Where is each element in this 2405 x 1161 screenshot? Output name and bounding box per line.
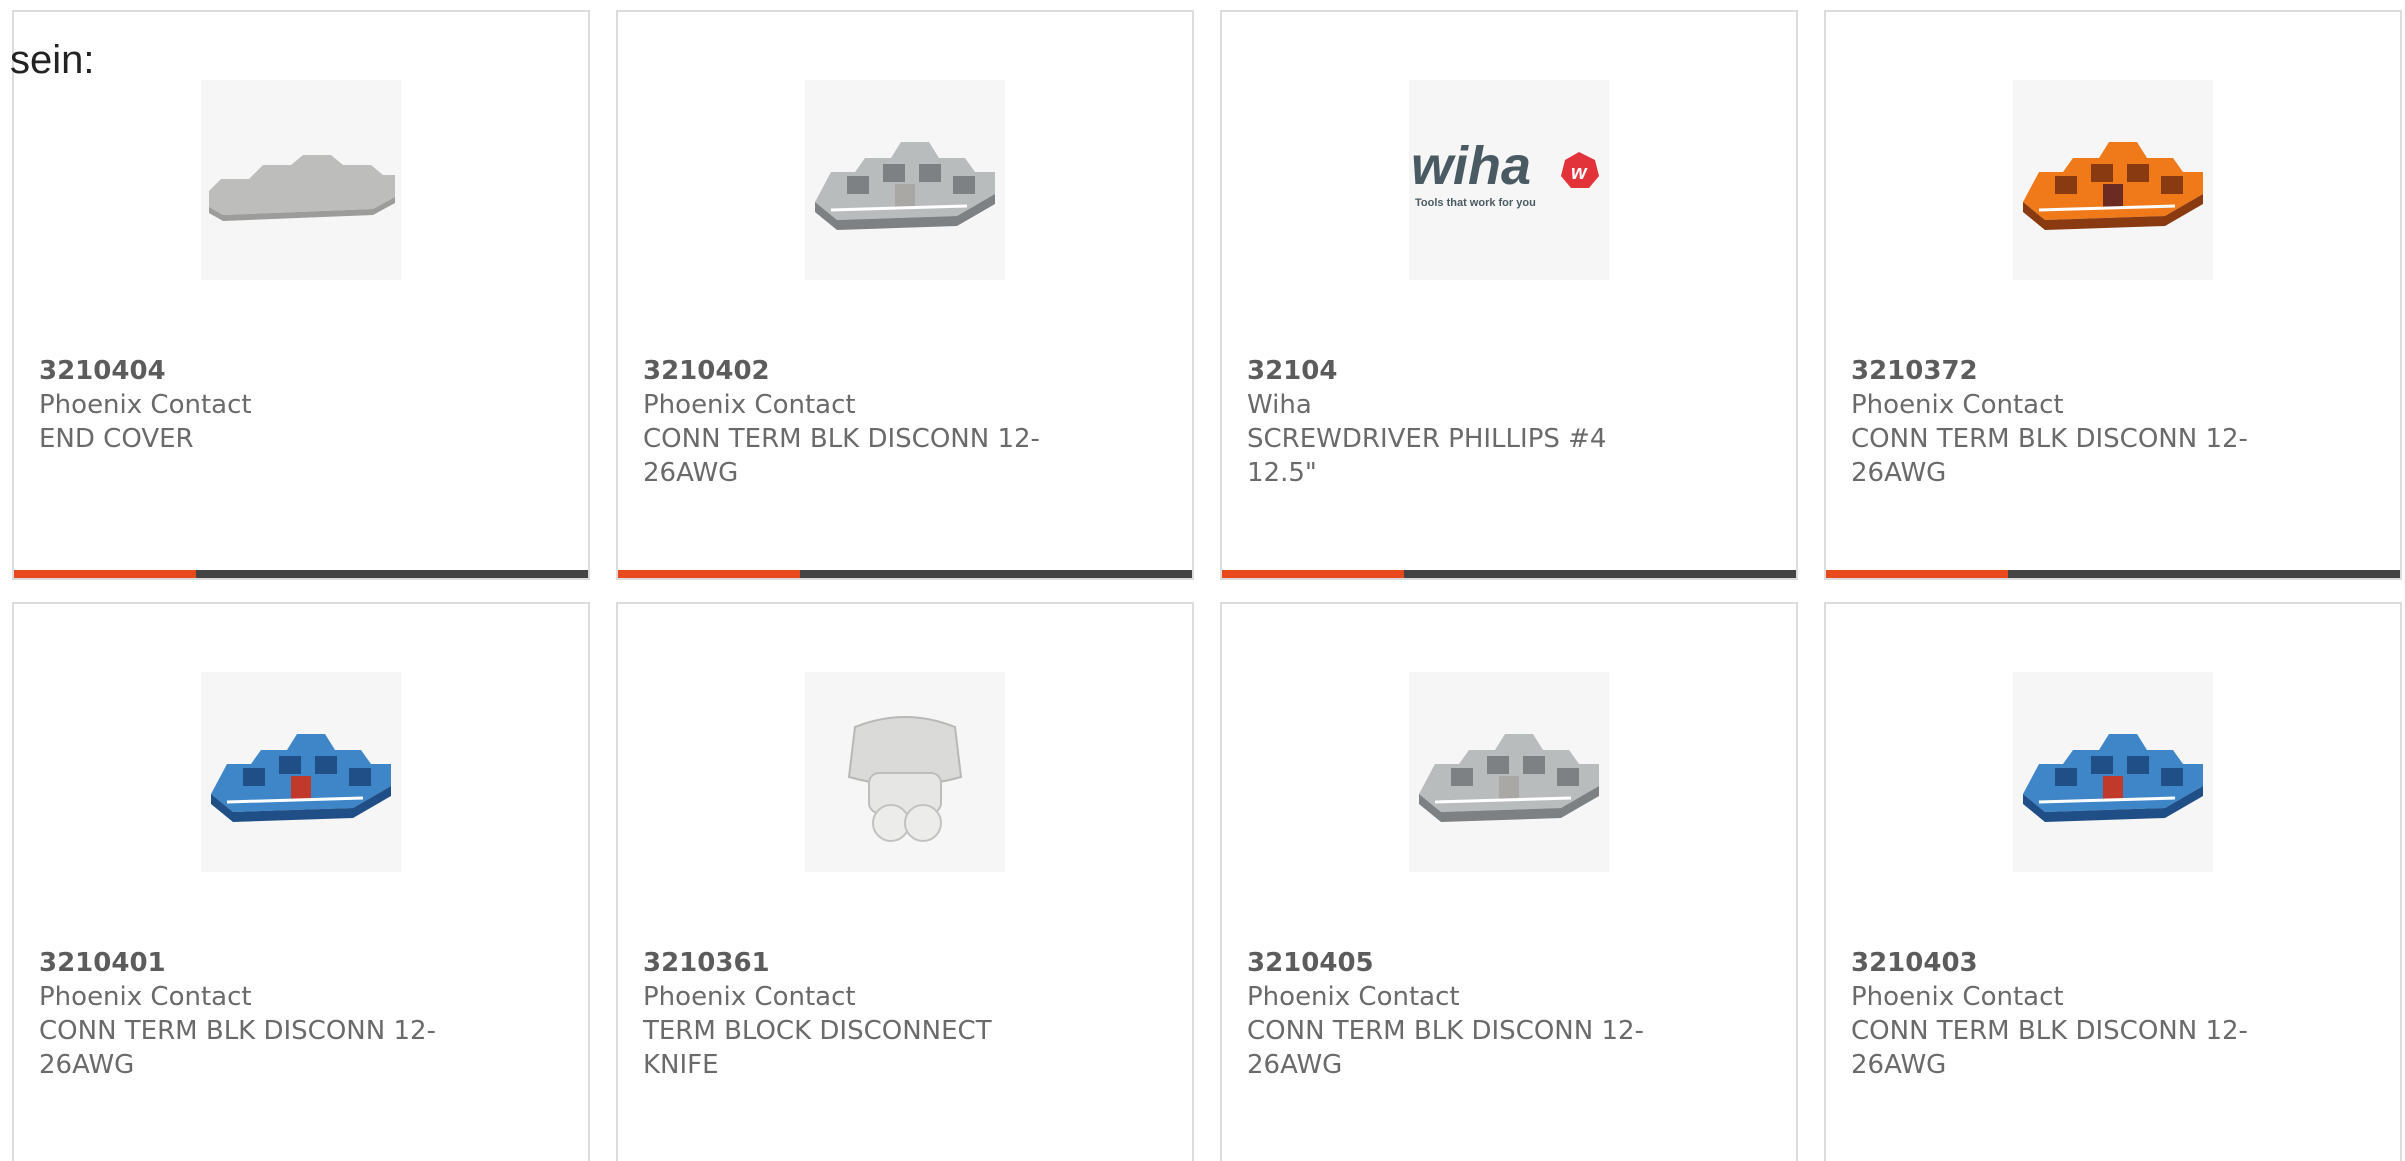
part-number[interactable]: 3210372 <box>1851 354 2251 388</box>
blue-terminal-block-icon <box>211 734 391 822</box>
manufacturer-name: Phoenix Contact <box>643 982 856 1012</box>
part-number[interactable]: 3210361 <box>643 946 1043 980</box>
blue-terminal-block-icon <box>2023 734 2203 822</box>
product-grid: 3210404 Phoenix Contact END COVER 321040… <box>12 10 2402 1161</box>
card-accent-bar <box>1826 570 2008 578</box>
card-bottom-bar <box>14 570 588 578</box>
orange-terminal-block-icon <box>2023 142 2203 230</box>
product-info: 3210402 Phoenix Contact CONN TERM BLK DI… <box>643 354 1043 490</box>
part-number[interactable]: 32104 <box>1247 354 1647 388</box>
product-image[interactable] <box>805 672 1005 872</box>
product-info: 3210403 Phoenix Contact CONN TERM BLK DI… <box>1851 946 2251 1082</box>
wiha-logo-icon: wiha w Tools that work for you <box>1411 140 1599 209</box>
product-card[interactable]: 3210402 Phoenix Contact CONN TERM BLK DI… <box>616 10 1194 580</box>
card-accent-bar <box>618 570 800 578</box>
intro-text: sein: <box>10 38 95 82</box>
product-card[interactable]: 3210372 Phoenix Contact CONN TERM BLK DI… <box>1824 10 2402 580</box>
part-number[interactable]: 3210405 <box>1247 946 1647 980</box>
manufacturer-name: Phoenix Contact <box>1247 982 1460 1012</box>
product-description: CONN TERM BLK DISCONN 12-26AWG <box>1851 1016 2248 1080</box>
product-description: CONN TERM BLK DISCONN 12-26AWG <box>643 424 1040 488</box>
gray-terminal-block-icon <box>815 142 995 230</box>
card-bottom-bar <box>1222 570 1796 578</box>
product-image[interactable]: wiha w Tools that work for you <box>1409 80 1609 280</box>
svg-text:w: w <box>1571 162 1588 184</box>
part-number[interactable]: 3210404 <box>39 354 439 388</box>
manufacturer-name: Phoenix Contact <box>39 982 252 1012</box>
manufacturer-name: Phoenix Contact <box>643 390 856 420</box>
product-image[interactable] <box>2013 80 2213 280</box>
card-bottom-bar <box>618 570 1192 578</box>
product-info: 3210404 Phoenix Contact END COVER <box>39 354 439 456</box>
manufacturer-name: Phoenix Contact <box>39 390 252 420</box>
product-card[interactable]: 3210361 Phoenix Contact TERM BLOCK DISCO… <box>616 602 1194 1161</box>
product-image[interactable] <box>201 80 401 280</box>
card-accent-bar <box>14 570 196 578</box>
part-number[interactable]: 3210401 <box>39 946 439 980</box>
product-card[interactable]: 3210401 Phoenix Contact CONN TERM BLK DI… <box>12 602 590 1161</box>
svg-text:wiha: wiha <box>1411 140 1531 196</box>
svg-text:Tools that work for you: Tools that work for you <box>1415 197 1536 209</box>
product-image[interactable] <box>201 672 401 872</box>
product-info: 3210401 Phoenix Contact CONN TERM BLK DI… <box>39 946 439 1082</box>
card-accent-bar <box>1222 570 1404 578</box>
product-image[interactable] <box>805 80 1005 280</box>
manufacturer-name: Phoenix Contact <box>1851 982 2064 1012</box>
gray-disconnect-knife-icon <box>847 716 963 842</box>
gray-terminal-block-icon <box>1419 734 1599 822</box>
product-description: END COVER <box>39 424 194 454</box>
part-number[interactable]: 3210402 <box>643 354 1043 388</box>
product-info: 3210405 Phoenix Contact CONN TERM BLK DI… <box>1247 946 1647 1082</box>
product-description: CONN TERM BLK DISCONN 12-26AWG <box>39 1016 436 1080</box>
product-listing-page: sein: 3210404 Phoenix Contact END COVER … <box>0 0 2405 1161</box>
product-card[interactable]: 3210403 Phoenix Contact CONN TERM BLK DI… <box>1824 602 2402 1161</box>
product-image[interactable] <box>1409 672 1609 872</box>
card-bottom-bar <box>1826 570 2400 578</box>
product-description: SCREWDRIVER PHILLIPS #4 12.5" <box>1247 424 1607 488</box>
product-info: 3210372 Phoenix Contact CONN TERM BLK DI… <box>1851 354 2251 490</box>
gray-end-cover-icon <box>209 155 395 221</box>
product-card[interactable]: wiha w Tools that work for you 32104 Wiha … <box>1220 10 1798 580</box>
manufacturer-name: Wiha <box>1247 390 1312 420</box>
manufacturer-name: Phoenix Contact <box>1851 390 2064 420</box>
part-number[interactable]: 3210403 <box>1851 946 2251 980</box>
product-card[interactable]: 3210404 Phoenix Contact END COVER <box>12 10 590 580</box>
product-description: TERM BLOCK DISCONNECT KNIFE <box>643 1016 992 1080</box>
product-info: 32104 Wiha SCREWDRIVER PHILLIPS #4 12.5" <box>1247 354 1647 490</box>
product-image[interactable] <box>2013 672 2213 872</box>
product-description: CONN TERM BLK DISCONN 12-26AWG <box>1247 1016 1644 1080</box>
product-description: CONN TERM BLK DISCONN 12-26AWG <box>1851 424 2248 488</box>
product-card[interactable]: 3210405 Phoenix Contact CONN TERM BLK DI… <box>1220 602 1798 1161</box>
product-info: 3210361 Phoenix Contact TERM BLOCK DISCO… <box>643 946 1043 1082</box>
